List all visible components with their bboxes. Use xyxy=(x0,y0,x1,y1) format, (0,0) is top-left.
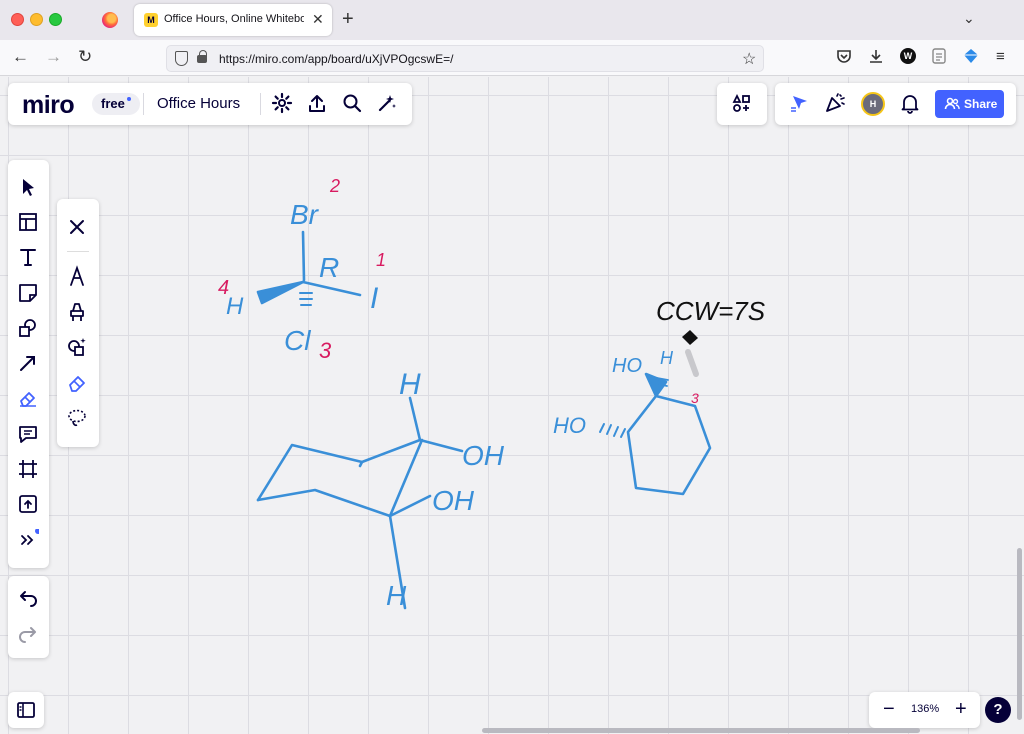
vertical-scrollbar[interactable] xyxy=(1017,548,1022,720)
undo-redo-bar xyxy=(8,576,49,658)
avatar[interactable]: H xyxy=(861,92,885,116)
select-cursor-icon[interactable] xyxy=(17,176,39,198)
share-button[interactable]: Share xyxy=(935,90,1004,118)
templates-icon[interactable] xyxy=(17,211,39,233)
horizontal-scrollbar[interactable] xyxy=(482,728,920,733)
reader-icon[interactable] xyxy=(932,48,946,69)
reload-icon[interactable]: ↻ xyxy=(78,47,92,67)
undo-icon[interactable] xyxy=(17,588,39,610)
pen-eraser-icon[interactable] xyxy=(17,387,39,409)
plan-dot-icon xyxy=(126,97,131,101)
download-icon[interactable] xyxy=(868,48,884,69)
pen-icon[interactable] xyxy=(66,265,88,287)
eraser-icon[interactable] xyxy=(66,371,88,393)
lock-icon[interactable] xyxy=(197,50,207,63)
text-tool-icon[interactable] xyxy=(17,246,39,268)
users-icon xyxy=(944,97,960,110)
shield-icon[interactable] xyxy=(175,51,188,66)
pocket-icon[interactable] xyxy=(836,48,852,69)
apps-grid-icon[interactable] xyxy=(731,92,753,114)
left-toolbar xyxy=(8,160,49,568)
close-icon[interactable] xyxy=(66,216,88,238)
pen-options-panel xyxy=(57,199,99,447)
celebrate-icon[interactable] xyxy=(824,92,846,114)
connection-line-icon[interactable] xyxy=(17,352,39,374)
url-text[interactable]: https://miro.com/app/board/uXjVPOgcswE=/ xyxy=(219,52,453,66)
minimize-window-button[interactable] xyxy=(30,13,43,26)
extension-diamond-icon[interactable] xyxy=(963,48,979,69)
close-window-button[interactable] xyxy=(11,13,24,26)
browser-tab-active[interactable]: M Office Hours, Online Whiteboard ✕ xyxy=(134,4,332,36)
lasso-icon[interactable] xyxy=(66,407,88,429)
upload-file-icon[interactable] xyxy=(17,493,39,515)
frame-icon[interactable] xyxy=(17,458,39,480)
sidebar-panel-icon xyxy=(17,702,35,718)
board-title[interactable]: Office Hours xyxy=(157,95,240,112)
close-icon[interactable]: ✕ xyxy=(312,11,324,28)
sticky-note-icon[interactable] xyxy=(17,282,39,304)
url-bar[interactable]: https://miro.com/app/board/uXjVPOgcswE=/… xyxy=(166,45,764,72)
zoom-level[interactable]: 136% xyxy=(911,703,939,715)
shapes-icon[interactable] xyxy=(17,317,39,339)
plan-badge[interactable]: free xyxy=(92,93,140,115)
search-icon[interactable] xyxy=(341,92,363,114)
forward-arrow-icon[interactable]: → xyxy=(45,47,62,67)
new-tab-button[interactable]: + xyxy=(342,8,354,30)
redo-icon[interactable] xyxy=(17,624,39,646)
extension-w-icon[interactable]: W xyxy=(900,48,916,64)
collaboration-bar: H Share xyxy=(775,83,1016,125)
menu-icon[interactable]: ≡ xyxy=(996,48,1005,66)
share-label: Share xyxy=(964,97,998,111)
bell-icon[interactable] xyxy=(899,92,921,114)
highlighter-icon[interactable] xyxy=(66,301,88,323)
board-header-bar: miro free Office Hours xyxy=(8,83,412,125)
divider xyxy=(143,93,144,115)
browser-navbar: ← → ↻ https://miro.com/app/board/uXjVPOg… xyxy=(0,40,1024,76)
browser-titlebar: M Office Hours, Online Whiteboard ✕ + ⌄ xyxy=(0,0,1024,40)
plan-label: free xyxy=(101,96,125,111)
help-button[interactable]: ? xyxy=(985,697,1011,723)
whiteboard-canvas[interactable] xyxy=(0,77,1024,734)
gear-icon[interactable] xyxy=(271,92,293,114)
miro-favicon-icon: M xyxy=(144,13,158,27)
zoom-out-button[interactable]: − xyxy=(883,698,895,720)
maximize-window-button[interactable] xyxy=(49,13,62,26)
chevron-down-icon[interactable]: ⌄ xyxy=(963,10,975,27)
zoom-in-button[interactable]: + xyxy=(955,698,967,720)
magic-wand-icon[interactable] xyxy=(376,92,398,114)
cursor-follow-icon[interactable] xyxy=(789,92,811,114)
zoom-controls: − 136% + xyxy=(869,692,980,728)
apps-bar xyxy=(717,83,767,125)
miro-logo[interactable]: miro xyxy=(22,91,75,120)
tab-title: Office Hours, Online Whiteboard xyxy=(164,13,304,25)
divider xyxy=(67,251,89,252)
back-arrow-icon[interactable]: ← xyxy=(12,47,29,67)
comment-icon[interactable] xyxy=(17,423,39,445)
frames-panel-button[interactable] xyxy=(8,692,44,728)
more-tools-icon[interactable] xyxy=(17,528,41,551)
upload-icon[interactable] xyxy=(306,92,328,114)
divider xyxy=(260,93,261,115)
smart-drawing-icon[interactable] xyxy=(66,336,88,358)
firefox-icon[interactable] xyxy=(102,12,118,28)
bookmark-star-icon[interactable]: ☆ xyxy=(742,49,756,69)
